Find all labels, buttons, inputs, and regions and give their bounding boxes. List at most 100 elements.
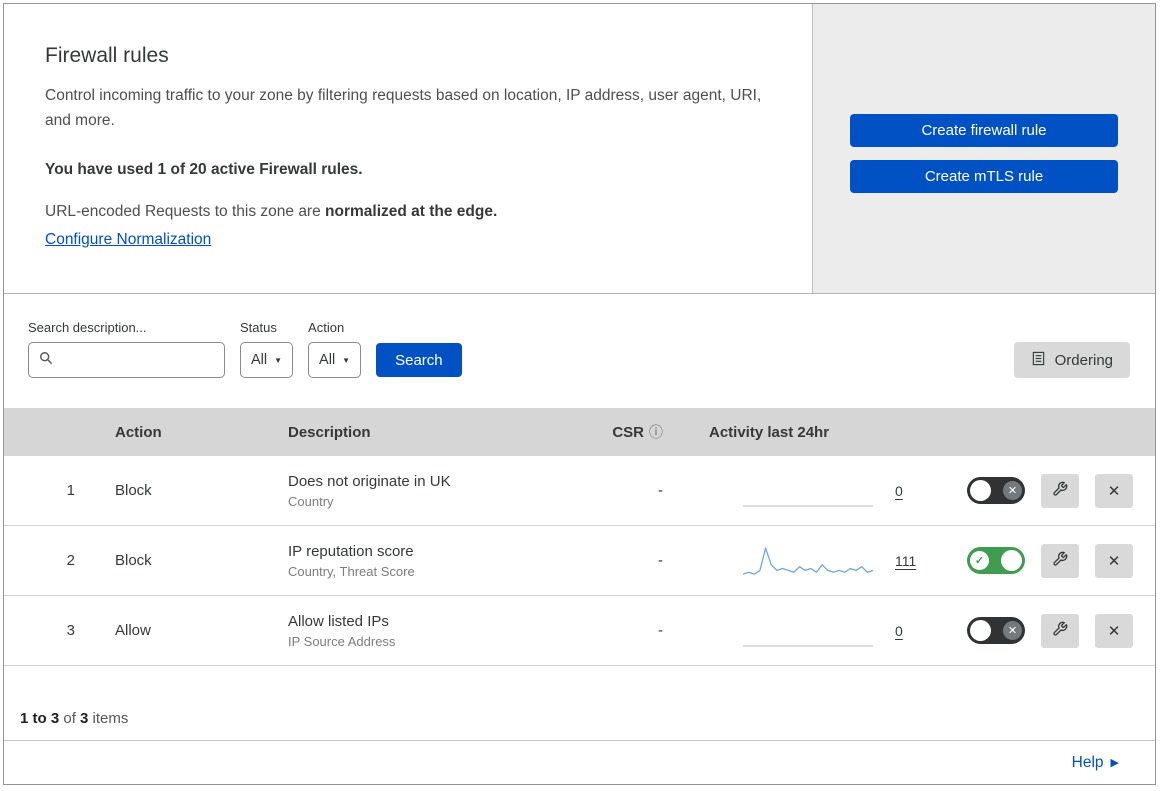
edit-rule-button[interactable] xyxy=(1041,473,1079,508)
list-icon xyxy=(1031,351,1046,370)
delete-rule-button[interactable]: ✕ xyxy=(1095,473,1133,508)
page-header-section: Firewall rules Control incoming traffic … xyxy=(4,4,1155,294)
normalization-prefix: URL-encoded Requests to this zone are xyxy=(45,202,326,220)
delete-rule-button[interactable]: ✕ xyxy=(1095,543,1133,578)
toggle-knob xyxy=(970,620,991,641)
action-label: Action xyxy=(308,320,345,335)
create-mtls-rule-button[interactable]: Create mTLS rule xyxy=(850,160,1118,193)
help-link[interactable]: Help ▶ xyxy=(1072,754,1119,772)
rule-action: Allow xyxy=(115,622,151,639)
search-button[interactable]: Search xyxy=(376,343,462,377)
rule-controls: ✕ ✕ xyxy=(931,613,1155,648)
chevron-down-icon: ▼ xyxy=(342,355,351,365)
pagination-range: 1 to 3 xyxy=(20,710,60,727)
close-icon: ✕ xyxy=(1107,482,1121,500)
close-icon: ✕ xyxy=(1107,622,1121,640)
wrench-icon xyxy=(1052,621,1068,641)
rule-activity-cell: 0 xyxy=(671,474,931,508)
rule-action: Block xyxy=(115,482,152,499)
status-dropdown[interactable]: All ▼ xyxy=(240,342,294,378)
action-filter-group: Action All ▼ xyxy=(308,320,362,378)
rule-controls: ✕ ✕ xyxy=(931,473,1155,508)
rule-activity-cell: 0 xyxy=(671,614,931,648)
action-dropdown[interactable]: All ▼ xyxy=(308,342,362,378)
toggle-x-icon: ✕ xyxy=(1003,481,1022,500)
column-csr: CSR ⓘ xyxy=(561,422,671,442)
arrow-right-icon: ▶ xyxy=(1110,757,1119,769)
rule-csr: - xyxy=(658,482,663,499)
rule-description[interactable]: IP reputation score xyxy=(288,543,561,560)
chevron-down-icon: ▼ xyxy=(274,355,283,365)
search-group: Search description... xyxy=(28,320,225,378)
status-dropdown-value: All xyxy=(251,352,268,368)
status-filter-group: Status All ▼ xyxy=(240,320,294,378)
rule-csr: - xyxy=(658,552,663,569)
table-header-row: Action Description CSR ⓘ Activity last 24… xyxy=(4,408,1155,456)
rule-fields: IP Source Address xyxy=(288,633,396,649)
rule-priority: 3 xyxy=(66,622,75,639)
usage-summary: You have used 1 of 20 active Firewall ru… xyxy=(45,160,363,178)
activity-count[interactable]: 0 xyxy=(895,483,903,499)
activity-sparkline xyxy=(743,504,873,507)
ordering-button-label: Ordering xyxy=(1054,351,1113,369)
status-label: Status xyxy=(240,320,277,335)
page-description: Control incoming traffic to your zone by… xyxy=(45,87,762,129)
activity-sparkline xyxy=(743,546,873,575)
rule-fields: Country, Threat Score xyxy=(288,563,415,579)
rule-enabled-toggle[interactable]: ✕ xyxy=(967,477,1025,504)
table-row: 1 Block Does not originate in UK Country… xyxy=(4,456,1155,526)
page-intro: Firewall rules Control incoming traffic … xyxy=(4,4,812,293)
action-dropdown-value: All xyxy=(319,352,336,368)
toggle-knob xyxy=(1001,550,1022,571)
help-bar: Help ▶ xyxy=(4,740,1155,784)
column-action: Action xyxy=(115,423,162,441)
activity-count[interactable]: 111 xyxy=(895,553,916,569)
search-box xyxy=(28,342,225,378)
rule-description-cell: Does not originate in UK Country xyxy=(265,473,561,509)
rule-description[interactable]: Does not originate in UK xyxy=(288,473,561,490)
activity-sparkline xyxy=(743,644,873,647)
column-activity: Activity last 24hr xyxy=(709,423,830,441)
rule-description[interactable]: Allow listed IPs xyxy=(288,613,561,630)
delete-rule-button[interactable]: ✕ xyxy=(1095,613,1133,648)
configure-normalization-link[interactable]: Configure Normalization xyxy=(45,231,211,249)
table-row: 2 Block IP reputation score Country, Thr… xyxy=(4,526,1155,596)
normalization-bold: normalized at the edge. xyxy=(325,202,498,220)
rule-priority: 2 xyxy=(66,552,75,569)
normalization-text: URL-encoded Requests to this zone are no… xyxy=(45,203,772,221)
filter-bar: Search description... Status All ▼ Actio… xyxy=(4,294,1155,408)
rule-activity-cell: 111 xyxy=(671,544,931,578)
firewall-rules-page: Firewall rules Control incoming traffic … xyxy=(3,3,1156,785)
pagination-items-label: items xyxy=(88,710,129,727)
rule-description-cell: IP reputation score Country, Threat Scor… xyxy=(265,543,561,579)
page-title: Firewall rules xyxy=(45,44,169,67)
create-firewall-rule-button[interactable]: Create firewall rule xyxy=(850,114,1118,147)
rule-priority: 1 xyxy=(66,482,75,499)
ordering-button[interactable]: Ordering xyxy=(1013,342,1130,378)
column-csr-label: CSR xyxy=(612,424,644,441)
edit-rule-button[interactable] xyxy=(1041,543,1079,578)
toggle-knob xyxy=(970,480,991,501)
search-input[interactable] xyxy=(60,343,224,377)
rule-enabled-toggle[interactable]: ✕ xyxy=(967,617,1025,644)
edit-rule-button[interactable] xyxy=(1041,613,1079,648)
toggle-check-icon: ✓ xyxy=(970,551,989,570)
close-icon: ✕ xyxy=(1107,552,1121,570)
wrench-icon xyxy=(1052,481,1068,501)
column-description: Description xyxy=(288,423,371,441)
wrench-icon xyxy=(1052,551,1068,571)
rule-enabled-toggle[interactable]: ✓ xyxy=(967,547,1025,574)
pagination-summary: 1 to 3 of 3 items xyxy=(4,666,1155,740)
search-label: Search description... xyxy=(28,320,147,335)
rule-controls: ✓ ✕ xyxy=(931,543,1155,578)
activity-count[interactable]: 0 xyxy=(895,623,903,639)
rule-action: Block xyxy=(115,552,152,569)
rules-table: Action Description CSR ⓘ Activity last 24… xyxy=(4,408,1155,666)
help-link-label: Help xyxy=(1071,753,1104,771)
rule-description-cell: Allow listed IPs IP Source Address xyxy=(265,613,561,649)
info-icon[interactable]: ⓘ xyxy=(649,424,663,440)
rule-fields: Country xyxy=(288,493,334,509)
table-row: 3 Allow Allow listed IPs IP Source Addre… xyxy=(4,596,1155,666)
pagination-of: of xyxy=(59,710,81,727)
toggle-x-icon: ✕ xyxy=(1003,621,1022,640)
